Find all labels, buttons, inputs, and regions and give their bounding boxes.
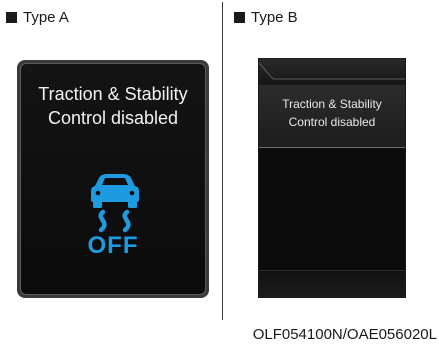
bullet-square-icon [6,12,17,23]
type-a-message-line2: Control disabled [47,108,179,128]
type-b-label-text: Type B [251,9,298,26]
type-b-display: Traction & Stability Control disabled [258,58,406,298]
type-b-message-line1: Traction & Stability [282,97,382,111]
type-a-label: Type A [6,10,69,25]
type-a-message-line1: Traction & Stability [38,84,188,104]
reference-code: OLF054100N/OAE056020L [252,326,437,343]
header-bevel-line [259,62,405,80]
type-a-screen: Traction & Stability Control disabled OF… [20,63,206,295]
type-a-message: Traction & Stability Control disabled [21,82,205,130]
type-b-footer-band [259,270,405,297]
type-a-label-text: Type A [23,9,69,26]
bullet-square-icon [234,12,245,23]
type-b-header-band [259,59,405,85]
type-b-label: Type B [234,10,298,25]
traction-control-off-text: OFF [87,232,139,259]
type-b-message-line2: Control disabled [288,115,376,129]
type-a-display: Traction & Stability Control disabled OF… [17,60,209,298]
column-divider [222,2,223,320]
type-b-message: Traction & Stability Control disabled [259,95,405,131]
